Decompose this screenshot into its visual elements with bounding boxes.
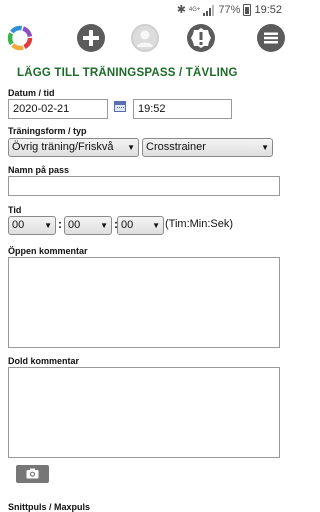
top-toolbar [0, 20, 288, 58]
hidden-comment-textarea[interactable] [8, 367, 280, 458]
avatar-icon [137, 30, 153, 47]
hours-select[interactable]: 00 ▼ [8, 216, 56, 235]
battery-icon [243, 4, 252, 16]
seconds-value: 00 [121, 219, 134, 231]
app-logo-icon[interactable] [6, 24, 34, 52]
seconds-select[interactable]: 00 ▼ [117, 216, 164, 235]
training-subtype-select[interactable]: Crosstrainer ▼ [142, 138, 273, 157]
add-button[interactable] [77, 24, 105, 52]
chevron-down-icon: ▼ [152, 221, 160, 230]
open-comment-textarea[interactable] [8, 257, 280, 348]
duration-format-hint: (Tim:Min:Sek) [165, 218, 234, 230]
open-comment-label: Öppen kommentar [8, 246, 88, 256]
hidden-comment-label: Dold kommentar [8, 356, 80, 366]
minutes-value: 00 [68, 219, 81, 231]
pulse-label: Snittpuls / Maxpuls [8, 502, 91, 512]
hours-value: 00 [12, 219, 25, 231]
session-name-label: Namn på pass [8, 165, 70, 175]
date-input[interactable]: 2020-02-21 [8, 99, 108, 119]
menu-icon [264, 32, 278, 44]
camera-icon [26, 468, 39, 479]
bluetooth-icon: ✱ [176, 4, 186, 16]
time-separator: : [58, 217, 62, 231]
training-type-value: Övrig träning/Friskvå [12, 141, 114, 153]
alert-icon [191, 28, 211, 48]
duration-label: Tid [8, 205, 22, 215]
chevron-down-icon: ▼ [100, 221, 108, 230]
battery-percent: 77% [218, 4, 241, 16]
profile-button[interactable] [131, 24, 159, 52]
calendar-icon[interactable] [114, 101, 126, 112]
training-subtype-value: Crosstrainer [146, 141, 206, 153]
clock: 19:52 [254, 4, 282, 16]
status-bar: ✱ 4G+ 77% 19:52 [0, 0, 288, 20]
chevron-down-icon: ▼ [261, 143, 269, 152]
chevron-down-icon: ▼ [44, 221, 52, 230]
training-type-select[interactable]: Övrig träning/Friskvå ▼ [8, 138, 139, 157]
minutes-select[interactable]: 00 ▼ [64, 216, 112, 235]
time-input[interactable]: 19:52 [133, 99, 232, 119]
chevron-down-icon: ▼ [127, 143, 135, 152]
menu-button[interactable] [257, 24, 285, 52]
signal-icon [203, 4, 215, 16]
add-photo-button[interactable] [16, 465, 49, 483]
date-time-label: Datum / tid [8, 88, 55, 98]
notifications-button[interactable] [187, 24, 215, 52]
session-name-input[interactable] [8, 176, 280, 196]
plus-icon [83, 30, 99, 46]
page-title: LÄGG TILL TRÄNINGSPASS / TÄVLING [17, 67, 238, 79]
network-type-label: 4G+ [188, 7, 201, 13]
training-type-label: Träningsform / typ [8, 126, 87, 136]
